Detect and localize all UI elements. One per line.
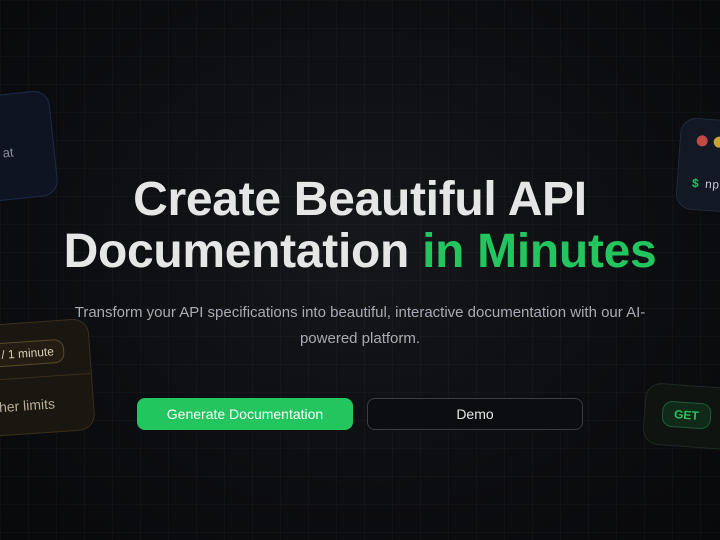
minimize-dot-icon xyxy=(713,136,720,148)
hero-actions: Generate Documentation Demo xyxy=(0,398,720,430)
headline-accent-text: in Minutes xyxy=(422,225,657,278)
demo-button[interactable]: Demo xyxy=(367,398,583,430)
hero-subtitle: Transform your API specifications into b… xyxy=(74,304,646,347)
landing-page: at $ np / 1 minute her limits GET Create … xyxy=(0,0,720,540)
hero-section: Create Beautiful API Documentation in Mi… xyxy=(0,174,720,352)
chat-card-text: at xyxy=(1,144,15,161)
rate-card-divider xyxy=(0,372,91,383)
close-dot-icon xyxy=(696,135,709,147)
headline-line-1: Create Beautiful API xyxy=(133,173,587,226)
headline-line-2: Documentation in Minutes xyxy=(0,226,720,278)
headline-plain-text: Documentation xyxy=(63,225,410,278)
generate-documentation-button[interactable]: Generate Documentation xyxy=(137,398,353,430)
hero-headline: Create Beautiful API Documentation in Mi… xyxy=(0,174,720,278)
